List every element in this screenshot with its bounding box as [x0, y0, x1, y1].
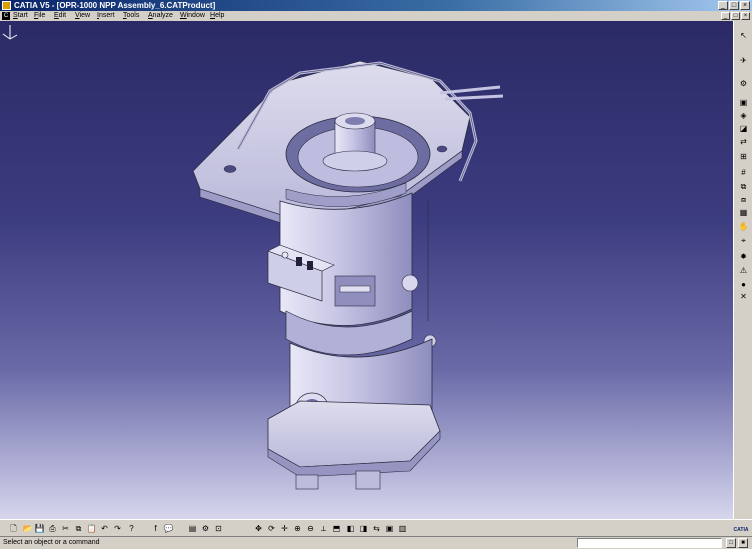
quick-view-icon[interactable]: ⬒: [331, 523, 342, 534]
command-input[interactable]: [577, 538, 722, 548]
menu-tools[interactable]: Tools: [123, 11, 139, 21]
doc-close-button[interactable]: ×: [741, 12, 750, 20]
menu-insert[interactable]: Insert: [97, 11, 115, 21]
clash-icon[interactable]: ⚠: [737, 265, 750, 276]
manipulation-icon[interactable]: ✋: [737, 221, 750, 232]
status-message: Select an object or a command: [3, 539, 100, 546]
catia-app-icon: [2, 1, 11, 10]
print-icon[interactable]: ⎙: [47, 523, 58, 534]
material-icon[interactable]: ▥: [397, 523, 408, 534]
compass-icon[interactable]: [0, 21, 20, 41]
open-icon[interactable]: 📂: [22, 523, 33, 534]
copy-icon[interactable]: ⧉: [73, 523, 84, 534]
comment-icon[interactable]: 💬: [163, 523, 174, 534]
menu-file[interactable]: File: [34, 11, 45, 21]
paste-icon[interactable]: 📋: [86, 523, 97, 534]
new-part-icon[interactable]: ◈: [737, 110, 750, 121]
menu-analyze[interactable]: Analyze: [148, 11, 173, 21]
menu-edit[interactable]: Edit: [54, 11, 66, 21]
render-icon[interactable]: ▣: [384, 523, 395, 534]
3d-viewport[interactable]: [0, 21, 733, 519]
catalog-icon[interactable]: ▤: [187, 523, 198, 534]
snap-icon[interactable]: ⌖: [737, 235, 750, 246]
formula-icon[interactable]: f: [150, 523, 161, 534]
title-bar: CATIA V5 - [OPR-1000 NPP Assembly_6.CATP…: [0, 0, 752, 11]
rotate-icon[interactable]: ⟳: [266, 523, 277, 534]
command-clear-button[interactable]: □: [726, 538, 736, 548]
knowledge-icon[interactable]: ⚙: [200, 523, 211, 534]
minimize-button[interactable]: _: [718, 1, 728, 10]
menu-window[interactable]: Window: [180, 11, 205, 21]
select-icon[interactable]: ↖: [737, 30, 750, 41]
hide-show-icon[interactable]: ✕: [737, 291, 750, 302]
fast-multi-instantiation-icon[interactable]: ⧈: [737, 194, 750, 205]
zoom-in-icon[interactable]: ⊕: [292, 523, 303, 534]
support-leg-right: [355, 470, 381, 490]
menu-bar: C Start File Edit View Insert Tools Anal…: [0, 11, 752, 21]
generate-numbering-icon[interactable]: #: [737, 167, 750, 178]
graph-tree-icon[interactable]: ⊞: [737, 151, 750, 162]
multi-instantiation-icon[interactable]: ⧉: [737, 181, 750, 192]
new-product-icon[interactable]: ▣: [737, 97, 750, 108]
command-stop-button[interactable]: ■: [738, 538, 748, 548]
swap-icon[interactable]: ⇆: [371, 523, 382, 534]
new-component-icon[interactable]: ⚙: [737, 78, 750, 89]
pan-icon[interactable]: ✥: [253, 523, 264, 534]
whats-this-icon[interactable]: ?: [126, 523, 137, 534]
catia-window: CATIA V5 - [OPR-1000 NPP Assembly_6.CATP…: [0, 0, 752, 549]
close-button[interactable]: ×: [740, 1, 750, 10]
undo-icon[interactable]: ↶: [99, 523, 110, 534]
menu-start[interactable]: Start: [13, 11, 28, 21]
maximize-button[interactable]: □: [729, 1, 739, 10]
hide-show-toggle-icon[interactable]: ◨: [358, 523, 369, 534]
bottom-toolbar: 🗋 📂 💾 ⎙ ✂ ⧉ 📋 ↶ ↷ ? f 💬 ▤ ⚙ ⊡ ✥ ⟳ ✛ ⊕ ⊖ …: [0, 519, 752, 536]
support-leg-left: [295, 474, 319, 490]
existing-component-icon[interactable]: ◪: [737, 123, 750, 134]
document-icon[interactable]: C: [2, 12, 10, 20]
fit-all-icon[interactable]: ⊡: [213, 523, 224, 534]
normal-view-icon[interactable]: ⟂: [318, 523, 329, 534]
doc-minimize-button[interactable]: _: [721, 12, 730, 20]
move-icon[interactable]: ✛: [279, 523, 290, 534]
window-title: CATIA V5 - [OPR-1000 NPP Assembly_6.CATP…: [14, 1, 216, 10]
new-icon[interactable]: 🗋: [8, 523, 19, 534]
reuse-pattern-icon[interactable]: ▦: [737, 207, 750, 218]
cut-icon[interactable]: ✂: [60, 523, 71, 534]
bulb-icon[interactable]: ●: [737, 279, 750, 290]
explode-icon[interactable]: ✸: [737, 251, 750, 262]
doc-restore-button[interactable]: □: [731, 12, 740, 20]
shading-icon[interactable]: ◧: [345, 523, 356, 534]
save-icon[interactable]: 💾: [34, 523, 45, 534]
replace-component-icon[interactable]: ⇄: [737, 136, 750, 147]
assembly-model[interactable]: [0, 21, 733, 519]
redo-icon[interactable]: ↷: [112, 523, 123, 534]
right-toolbar: ↖ ✈ ⚙ ▣ ◈ ◪ ⇄ ⊞ # ⧉ ⧈ ▦ ✋ ⌖ ✸ ⚠ ● ✕: [733, 21, 752, 519]
catia-logo: CATIA: [733, 527, 749, 533]
menu-help[interactable]: Help: [210, 11, 224, 21]
status-bar: Select an object or a command □ ■: [0, 536, 752, 549]
menu-view[interactable]: View: [75, 11, 90, 21]
zoom-out-icon[interactable]: ⊖: [305, 523, 316, 534]
fly-mode-icon[interactable]: ✈: [737, 55, 750, 66]
